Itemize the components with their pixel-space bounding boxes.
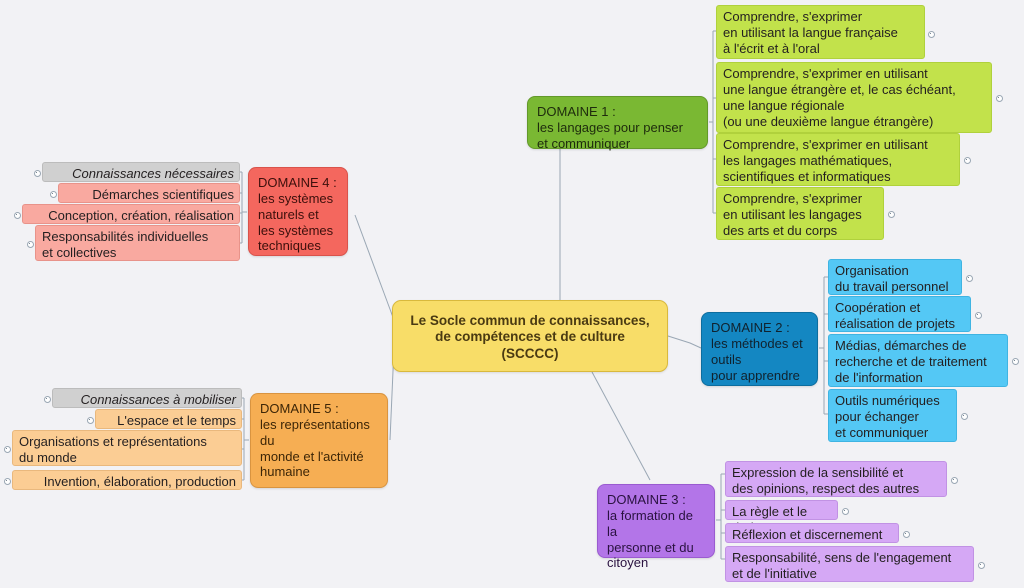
branch-node-domaine-4[interactable]: DOMAINE 4 : les systèmes naturels et les… xyxy=(248,167,348,256)
leaf-connector-dot xyxy=(964,157,971,164)
root-node[interactable]: Le Socle commun de connaissances, de com… xyxy=(392,300,668,372)
leaf-connector-dot xyxy=(34,170,41,177)
branch-node-domaine-2[interactable]: DOMAINE 2 : les méthodes et outils pour … xyxy=(701,312,818,386)
leaf-node[interactable]: Réflexion et discernement xyxy=(725,523,899,543)
leaf-connector-dot xyxy=(4,478,11,485)
leaf-node[interactable]: Médias, démarches de recherche et de tra… xyxy=(828,334,1008,387)
leaf-node[interactable]: Organisations et représentations du mond… xyxy=(12,430,242,466)
leaf-node[interactable]: Coopération et réalisation de projets xyxy=(828,296,971,332)
leaf-node[interactable]: Organisation du travail personnel xyxy=(828,259,962,295)
leaf-connector-dot xyxy=(50,191,57,198)
leaf-connector-dot xyxy=(87,417,94,424)
leaf-node[interactable]: La règle et le droit xyxy=(725,500,838,535)
leaf-connector-dot xyxy=(842,508,849,515)
leaf-node[interactable]: Invention, élaboration, production xyxy=(12,470,242,490)
leaf-node[interactable]: Comprendre, s'exprimer en utilisant la l… xyxy=(716,5,925,59)
leaf-connector-dot xyxy=(888,211,895,218)
leaf-connector-dot xyxy=(975,312,982,319)
leaf-connector-dot xyxy=(27,241,34,248)
leaf-connector-dot xyxy=(4,446,11,453)
leaf-node[interactable]: Outils numériques pour échanger et commu… xyxy=(828,389,957,442)
leaf-connector-dot xyxy=(928,31,935,38)
leaf-connector-dot xyxy=(44,396,51,403)
leaf-connector-dot xyxy=(978,562,985,569)
leaf-node[interactable]: Conception, création, réalisation xyxy=(22,204,240,224)
leaf-connector-dot xyxy=(966,275,973,282)
leaf-node[interactable]: Comprendre, s'exprimer en utilisant les … xyxy=(716,187,884,240)
leaf-node[interactable]: Expression de la sensibilité et des opin… xyxy=(725,461,947,497)
leaf-connector-dot xyxy=(996,95,1003,102)
leaf-node[interactable]: Comprendre, s'exprimer en utilisant une … xyxy=(716,62,992,133)
branch-node-domaine-5[interactable]: DOMAINE 5 : les représentations du monde… xyxy=(250,393,388,488)
leaf-node[interactable]: Responsabilité, sens de l'engagement et … xyxy=(725,546,974,582)
leaf-connector-dot xyxy=(1012,358,1019,365)
mindmap-canvas: Le Socle commun de connaissances, de com… xyxy=(0,0,1024,588)
leaf-node[interactable]: Responsabilités individuelles et collect… xyxy=(35,225,240,261)
branch-node-domaine-1[interactable]: DOMAINE 1 : les langages pour penser et … xyxy=(527,96,708,151)
leaf-connector-dot xyxy=(951,477,958,484)
leaf-node[interactable]: Comprendre, s'exprimer en utilisant les … xyxy=(716,133,960,186)
leaf-connector-dot xyxy=(14,212,21,219)
leaf-node[interactable]: Démarches scientifiques xyxy=(58,183,240,203)
leaf-node[interactable]: L'espace et le temps xyxy=(95,409,242,429)
leaf-connector-dot xyxy=(903,531,910,538)
leaf-node[interactable]: Connaissances nécessaires xyxy=(42,162,240,182)
branch-node-domaine-3[interactable]: DOMAINE 3 : la formation de la personne … xyxy=(597,484,715,570)
leaf-connector-dot xyxy=(961,413,968,420)
leaf-node[interactable]: Connaissances à mobiliser xyxy=(52,388,242,408)
